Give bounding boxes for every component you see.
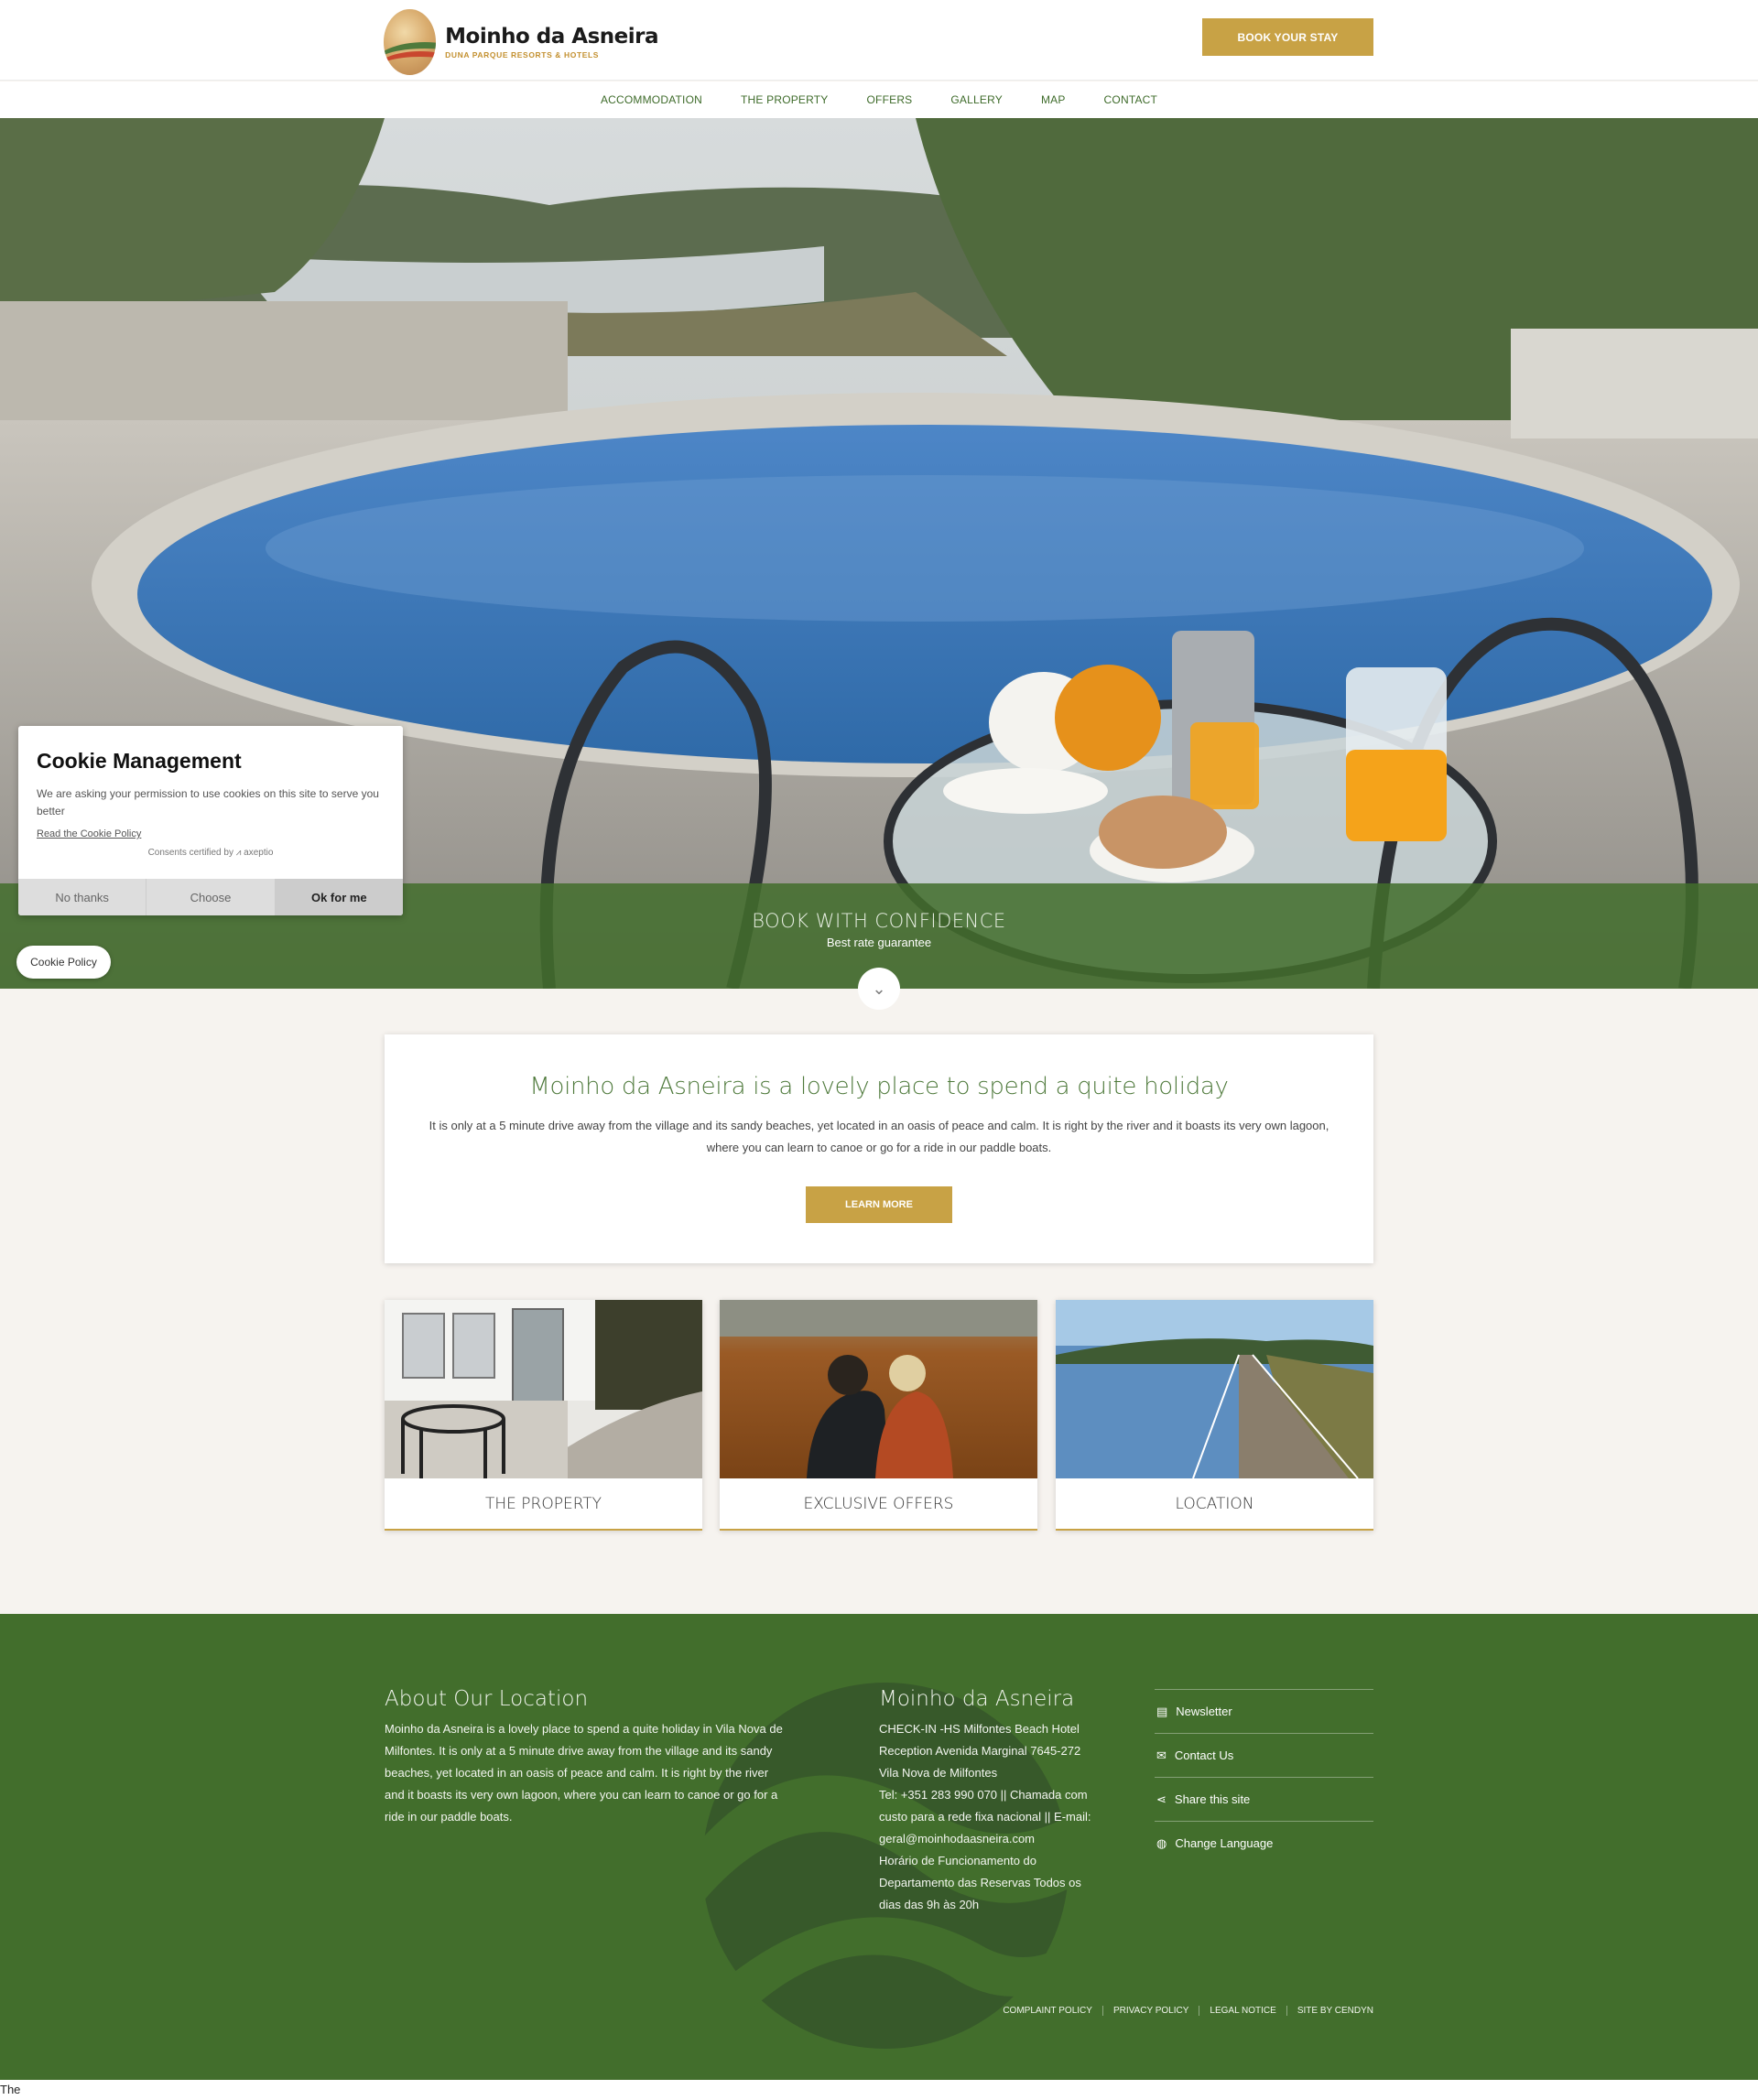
nav-accommodation[interactable]: ACCOMMODATION — [581, 93, 722, 106]
contact-line: Reception Avenida Marginal 7645-272 — [879, 1744, 1081, 1758]
globe-icon: ◍ — [1156, 1835, 1167, 1850]
nav-map[interactable]: MAP — [1022, 93, 1085, 106]
complaint-policy-link[interactable]: COMPLAINT POLICY — [1003, 2006, 1092, 2016]
main-nav: ACCOMMODATION THE PROPERTY OFFERS GALLER… — [0, 81, 1758, 118]
envelope-icon: ✉ — [1156, 1748, 1167, 1762]
card-label: EXCLUSIVE OFFERS — [803, 1494, 954, 1513]
cookie-no-thanks-button[interactable]: No thanks — [18, 879, 147, 915]
card-exclusive-offers[interactable]: EXCLUSIVE OFFERS — [720, 1300, 1037, 1531]
logo-subtitle: DUNA PARQUE RESORTS & HOTELS — [445, 50, 600, 60]
offers-image — [720, 1300, 1037, 1478]
card-label: THE PROPERTY — [484, 1494, 602, 1513]
contact-line: Departamento das Reservas Todos os — [879, 1876, 1081, 1889]
band-subtitle: Best rate guarantee — [826, 936, 932, 949]
contact-line: CHECK-IN -HS Milfontes Beach Hotel — [879, 1722, 1080, 1736]
scroll-down-button[interactable]: ⌄ — [858, 968, 900, 1010]
footer-contact-text: CHECK-IN -HS Milfontes Beach Hotel Recep… — [879, 1718, 1117, 1916]
logo-mark-icon — [384, 9, 437, 75]
book-your-stay-button[interactable]: BOOK YOUR STAY — [1202, 18, 1373, 56]
intro-box: Moinho da Asneira is a lovely place to s… — [385, 1034, 1373, 1263]
cookie-choose-button[interactable]: Choose — [146, 879, 276, 915]
cookie-policy-link[interactable]: Read the Cookie Policy — [37, 828, 403, 839]
cookie-policy-button[interactable]: Cookie Policy — [16, 946, 111, 979]
footer-about: About Our Location Moinho da Asneira is … — [385, 1687, 787, 1828]
legal-notice-link[interactable]: LEGAL NOTICE — [1210, 2006, 1275, 2016]
footer-contact-title: Moinho da Asneira — [879, 1687, 1075, 1711]
cookie-ok-button[interactable]: Ok for me — [275, 879, 403, 915]
nav-contact[interactable]: CONTACT — [1085, 93, 1177, 106]
location-image — [1056, 1300, 1373, 1478]
newsletter-icon: ▤ — [1156, 1704, 1168, 1718]
link-label: Change Language — [1175, 1836, 1274, 1850]
intro-heading: Moinho da Asneira is a lovely place to s… — [529, 1073, 1229, 1100]
footer-links: ▤ Newsletter ✉ Contact Us ⋖ Share this site… — [1155, 1689, 1373, 1865]
cookie-text: We are asking your permission to use coo… — [37, 787, 379, 817]
contact-line: Vila Nova de Milfontes — [879, 1766, 998, 1780]
card-location[interactable]: LOCATION — [1056, 1300, 1373, 1531]
link-label: Share this site — [1174, 1792, 1251, 1806]
footer-about-title: About Our Location — [385, 1687, 589, 1711]
contact-line: Tel: +351 283 990 070 || Chamada com — [879, 1788, 1088, 1802]
share-icon: ⋖ — [1156, 1791, 1167, 1806]
status-text: The — [0, 2080, 1758, 2100]
footer-legal-links: COMPLAINT POLICY PRIVACY POLICY LEGAL NO… — [1003, 2006, 1373, 2016]
contact-us-link[interactable]: ✉ Contact Us — [1155, 1733, 1373, 1777]
site-footer: About Our Location Moinho da Asneira is … — [0, 1614, 1758, 2080]
learn-more-button[interactable]: LEARN MORE — [806, 1186, 952, 1223]
footer-about-text: Moinho da Asneira is a lovely place to s… — [385, 1722, 783, 1824]
link-label: Contact Us — [1174, 1748, 1234, 1762]
chevron-down-icon: ⌄ — [872, 979, 886, 998]
contact-line: Horário de Funcionamento do — [879, 1854, 1036, 1867]
change-language-link[interactable]: ◍ Change Language — [1155, 1821, 1373, 1865]
link-label: Newsletter — [1176, 1705, 1232, 1718]
site-by-cendyn-link[interactable]: SITE BY CENDYN — [1297, 2006, 1373, 2016]
site-logo[interactable]: Moinho da Asneira DUNA PARQUE RESORTS & … — [384, 7, 658, 77]
share-site-link[interactable]: ⋖ Share this site — [1155, 1777, 1373, 1821]
nav-the-property[interactable]: THE PROPERTY — [722, 93, 848, 106]
card-label: LOCATION — [1175, 1494, 1254, 1513]
cookie-certified-text: Consents certified by ⩘ axeptio — [147, 848, 274, 858]
card-the-property[interactable]: THE PROPERTY — [385, 1300, 702, 1531]
logo-title: Moinho da Asneira — [445, 25, 658, 49]
nav-gallery[interactable]: GALLERY — [931, 93, 1022, 106]
footer-contact: Moinho da Asneira CHECK-IN -HS Milfontes… — [879, 1687, 1117, 1916]
contact-email[interactable]: geral@moinhodaasneira.com — [879, 1828, 1117, 1850]
contact-line: custo para a rede fixa nacional || E-mai… — [879, 1810, 1091, 1824]
cookie-dialog: Cookie Management We are asking your per… — [18, 726, 403, 915]
contact-line: dias das 9h às 20h — [879, 1898, 980, 1911]
cookie-title: Cookie Management — [37, 749, 242, 773]
nav-offers[interactable]: OFFERS — [848, 93, 932, 106]
newsletter-link[interactable]: ▤ Newsletter — [1155, 1689, 1373, 1733]
feature-cards: THE PROPERTY EXCLUSIVE OFFERS LOCATION — [385, 1300, 1373, 1531]
privacy-policy-link[interactable]: PRIVACY POLICY — [1113, 2006, 1188, 2016]
property-image — [385, 1300, 702, 1478]
site-header: Moinho da Asneira DUNA PARQUE RESORTS & … — [0, 0, 1758, 81]
intro-text: It is only at a 5 minute drive away from… — [429, 1119, 1329, 1154]
